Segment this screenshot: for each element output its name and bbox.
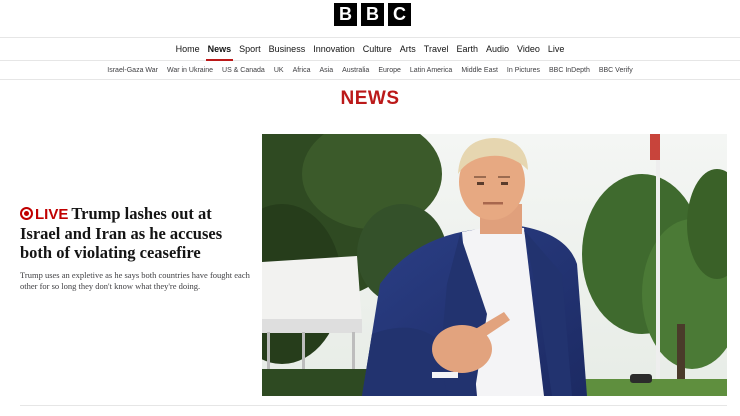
logo-letter: B (361, 3, 384, 26)
subnav-item-africa[interactable]: Africa (288, 62, 315, 79)
nav-item-innovation[interactable]: Innovation (309, 38, 359, 60)
nav-item-culture[interactable]: Culture (359, 38, 396, 60)
subnav-item-australia[interactable]: Australia (338, 62, 374, 79)
subnav-item-bbc-indepth[interactable]: BBC InDepth (544, 62, 594, 79)
primary-nav: Home News Sport Business Innovation Cult… (0, 38, 740, 61)
photo-illustration (262, 134, 727, 396)
nav-item-sport[interactable]: Sport (235, 38, 265, 60)
nav-item-home[interactable]: Home (172, 38, 204, 60)
nav-item-travel[interactable]: Travel (420, 38, 453, 60)
live-label: LIVE (35, 206, 69, 223)
nav-item-news[interactable]: News (204, 38, 236, 61)
subnav-item-middle-east[interactable]: Middle East (457, 62, 503, 79)
lead-story: LIVE Trump lashes out at Israel and Iran … (20, 204, 252, 292)
live-icon (20, 207, 33, 220)
subnav-item-bbc-verify[interactable]: BBC Verify (594, 62, 637, 79)
nav-item-arts[interactable]: Arts (396, 38, 420, 60)
secondary-nav: Israel-Gaza War War in Ukraine US & Cana… (0, 62, 740, 80)
logo-letter: C (388, 3, 411, 26)
bbc-logo[interactable]: B B C (334, 3, 411, 26)
nav-item-audio[interactable]: Audio (482, 38, 513, 60)
section-divider (20, 405, 727, 406)
subnav-item-in-pictures[interactable]: In Pictures (502, 62, 544, 79)
masthead: B B C (0, 0, 740, 38)
nav-item-earth[interactable]: Earth (452, 38, 482, 60)
lead-headline-link[interactable]: LIVE Trump lashes out at Israel and Iran … (20, 204, 252, 262)
lead-story-image[interactable] (262, 134, 727, 396)
subnav-item-us-canada[interactable]: US & Canada (218, 62, 270, 79)
logo-letter: B (334, 3, 357, 26)
nav-item-business[interactable]: Business (265, 38, 310, 60)
subnav-item-latin-america[interactable]: Latin America (405, 62, 456, 79)
subnav-item-israel-gaza-war[interactable]: Israel-Gaza War (103, 62, 163, 79)
subnav-item-asia[interactable]: Asia (315, 62, 338, 79)
subnav-item-war-in-ukraine[interactable]: War in Ukraine (162, 62, 217, 79)
subnav-item-uk[interactable]: UK (269, 62, 288, 79)
nav-item-live[interactable]: Live (544, 38, 569, 60)
nav-item-video[interactable]: Video (513, 38, 544, 60)
lead-summary: Trump uses an expletive as he says both … (20, 270, 250, 291)
section-title: NEWS (340, 88, 400, 109)
subnav-item-europe[interactable]: Europe (374, 62, 406, 79)
